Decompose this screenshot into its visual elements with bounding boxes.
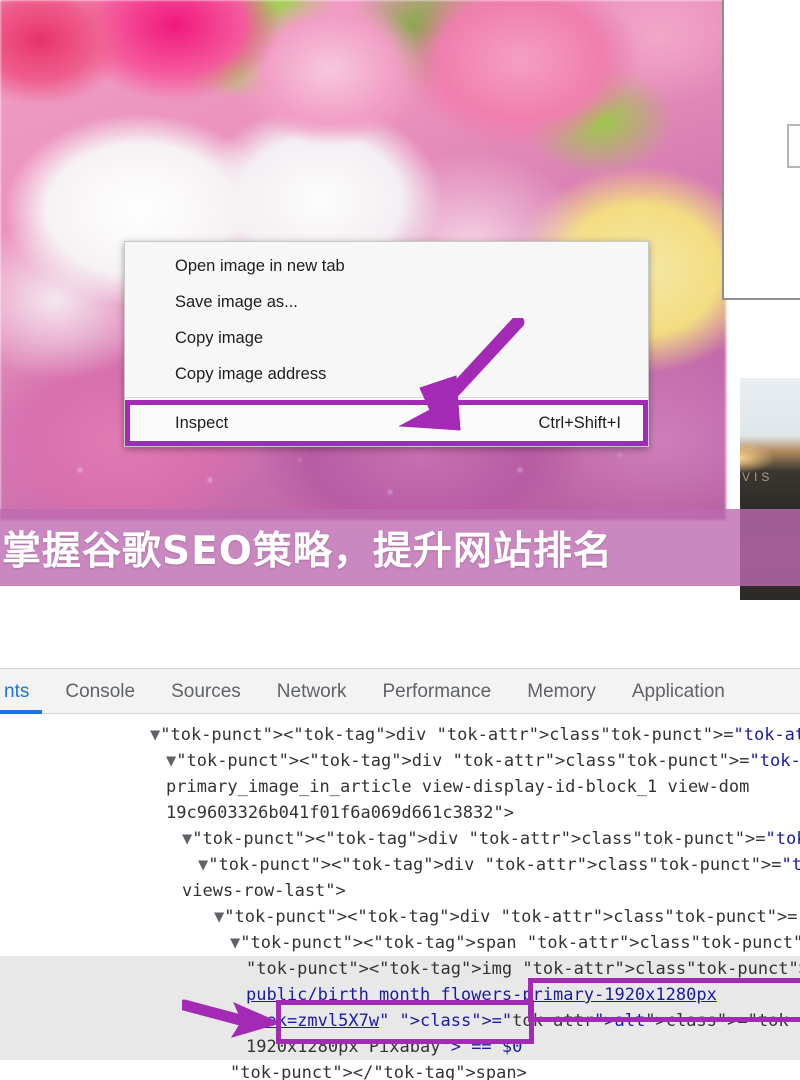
dom-tree-line[interactable]: ▼"tok-punct"><"tok-tag">div "tok-attr">c… [0,852,800,878]
disclosure-triangle-icon[interactable]: ▼ [182,829,192,849]
context-menu-item-shortcut: Ctrl+Shift+I [538,414,621,432]
devtools-panel: nts Console Sources Network Performance … [0,668,800,1080]
tab-network[interactable]: Network [259,669,365,714]
tab-memory[interactable]: Memory [509,669,614,714]
dom-tree-line[interactable]: 1920x1280px Pixabay"> == $0 [0,1034,800,1060]
disclosure-triangle-icon[interactable]: ▼ [214,907,224,927]
dom-tree-line[interactable]: ▼"tok-punct"><"tok-tag">div "tok-attr">c… [0,826,800,852]
dom-tree-view[interactable]: ▼"tok-punct"><"tok-tag">div "tok-attr">c… [0,714,800,1080]
annotation-arrow-diagonal [398,318,525,431]
disclosure-triangle-icon[interactable]: ▼ [150,725,160,745]
context-menu-item-open-image-in-new-tab[interactable]: Open image in new tab [125,248,648,284]
context-menu-item-label: Open image in new tab [175,257,345,275]
context-menu-item-copy-image[interactable]: Copy image [125,320,648,356]
tab-console[interactable]: Console [47,669,153,714]
context-menu-item-label: Save image as... [175,293,298,311]
headline-text: 掌握谷歌SEO策略，提升网站排名 [2,528,613,574]
dom-tree-line[interactable]: views-row-last"> [0,878,800,904]
context-menu-item-save-image-as[interactable]: Save image as... [125,284,648,320]
dom-tree-line[interactable]: itok=zmvl5X7w" ">class">="tok-attr">alt"… [0,1008,800,1034]
disclosure-triangle-icon[interactable]: ▼ [230,933,240,953]
dom-tree-line[interactable]: ▼"tok-punct"><"tok-tag">div "tok-attr">c… [0,748,800,774]
tab-elements[interactable]: nts [0,669,47,714]
context-menu-item-label: Copy image [175,329,264,347]
context-menu[interactable]: Open image in new tab Save image as... C… [124,241,649,447]
context-menu-item-inspect[interactable]: Inspect Ctrl+Shift+I [125,400,648,446]
disclosure-triangle-icon[interactable]: ▼ [166,751,176,771]
thumbnail-caption: VIS [742,470,774,484]
disclosure-triangle-icon[interactable]: ▼ [198,855,208,875]
context-menu-item-label: Inspect [175,414,229,432]
context-menu-item-copy-image-address[interactable]: Copy image address [125,356,648,392]
dom-tree-line[interactable]: ▼"tok-punct"><"tok-tag">div "tok-attr">c… [0,904,800,930]
dom-tree-line[interactable]: "tok-punct"><"tok-tag">img "tok-attr">cl… [0,956,800,982]
dom-tree-line[interactable]: ▼"tok-punct"><"tok-tag">div "tok-attr">c… [0,722,800,748]
right-sidebar-panel: E [722,0,800,300]
headline-banner: 掌握谷歌SEO策略，提升网站排名 [0,509,800,586]
screenshot-root: VIS E Open image in new tab Save image a… [0,0,800,1080]
tab-application[interactable]: Application [614,669,743,714]
context-menu-divider [125,397,648,398]
web-page-content: VIS E Open image in new tab Save image a… [0,0,800,668]
dom-tree-line[interactable]: "tok-punct"></"tok-tag">span> [0,1060,800,1080]
dom-tree-line[interactable]: 19c9603326b041f01f6a069d661c3832"> [0,800,800,826]
dom-tree-line[interactable]: public/birth_month flowers-primary-1920x… [0,982,800,1008]
tab-sources[interactable]: Sources [153,669,259,714]
context-menu-item-label: Copy image address [175,365,327,383]
sidebar-panel-button[interactable]: E [787,124,800,168]
tab-performance[interactable]: Performance [364,669,509,714]
social-share-bar: RATE THIS ARTICLE: CHO [0,600,800,668]
dom-tree-line[interactable]: primary_image_in_article view-display-id… [0,774,800,800]
dom-tree-line[interactable]: ▼"tok-punct"><"tok-tag">span "tok-attr">… [0,930,800,956]
annotation-arrow-horizontal [182,999,282,1038]
devtools-tab-bar: nts Console Sources Network Performance … [0,669,800,714]
